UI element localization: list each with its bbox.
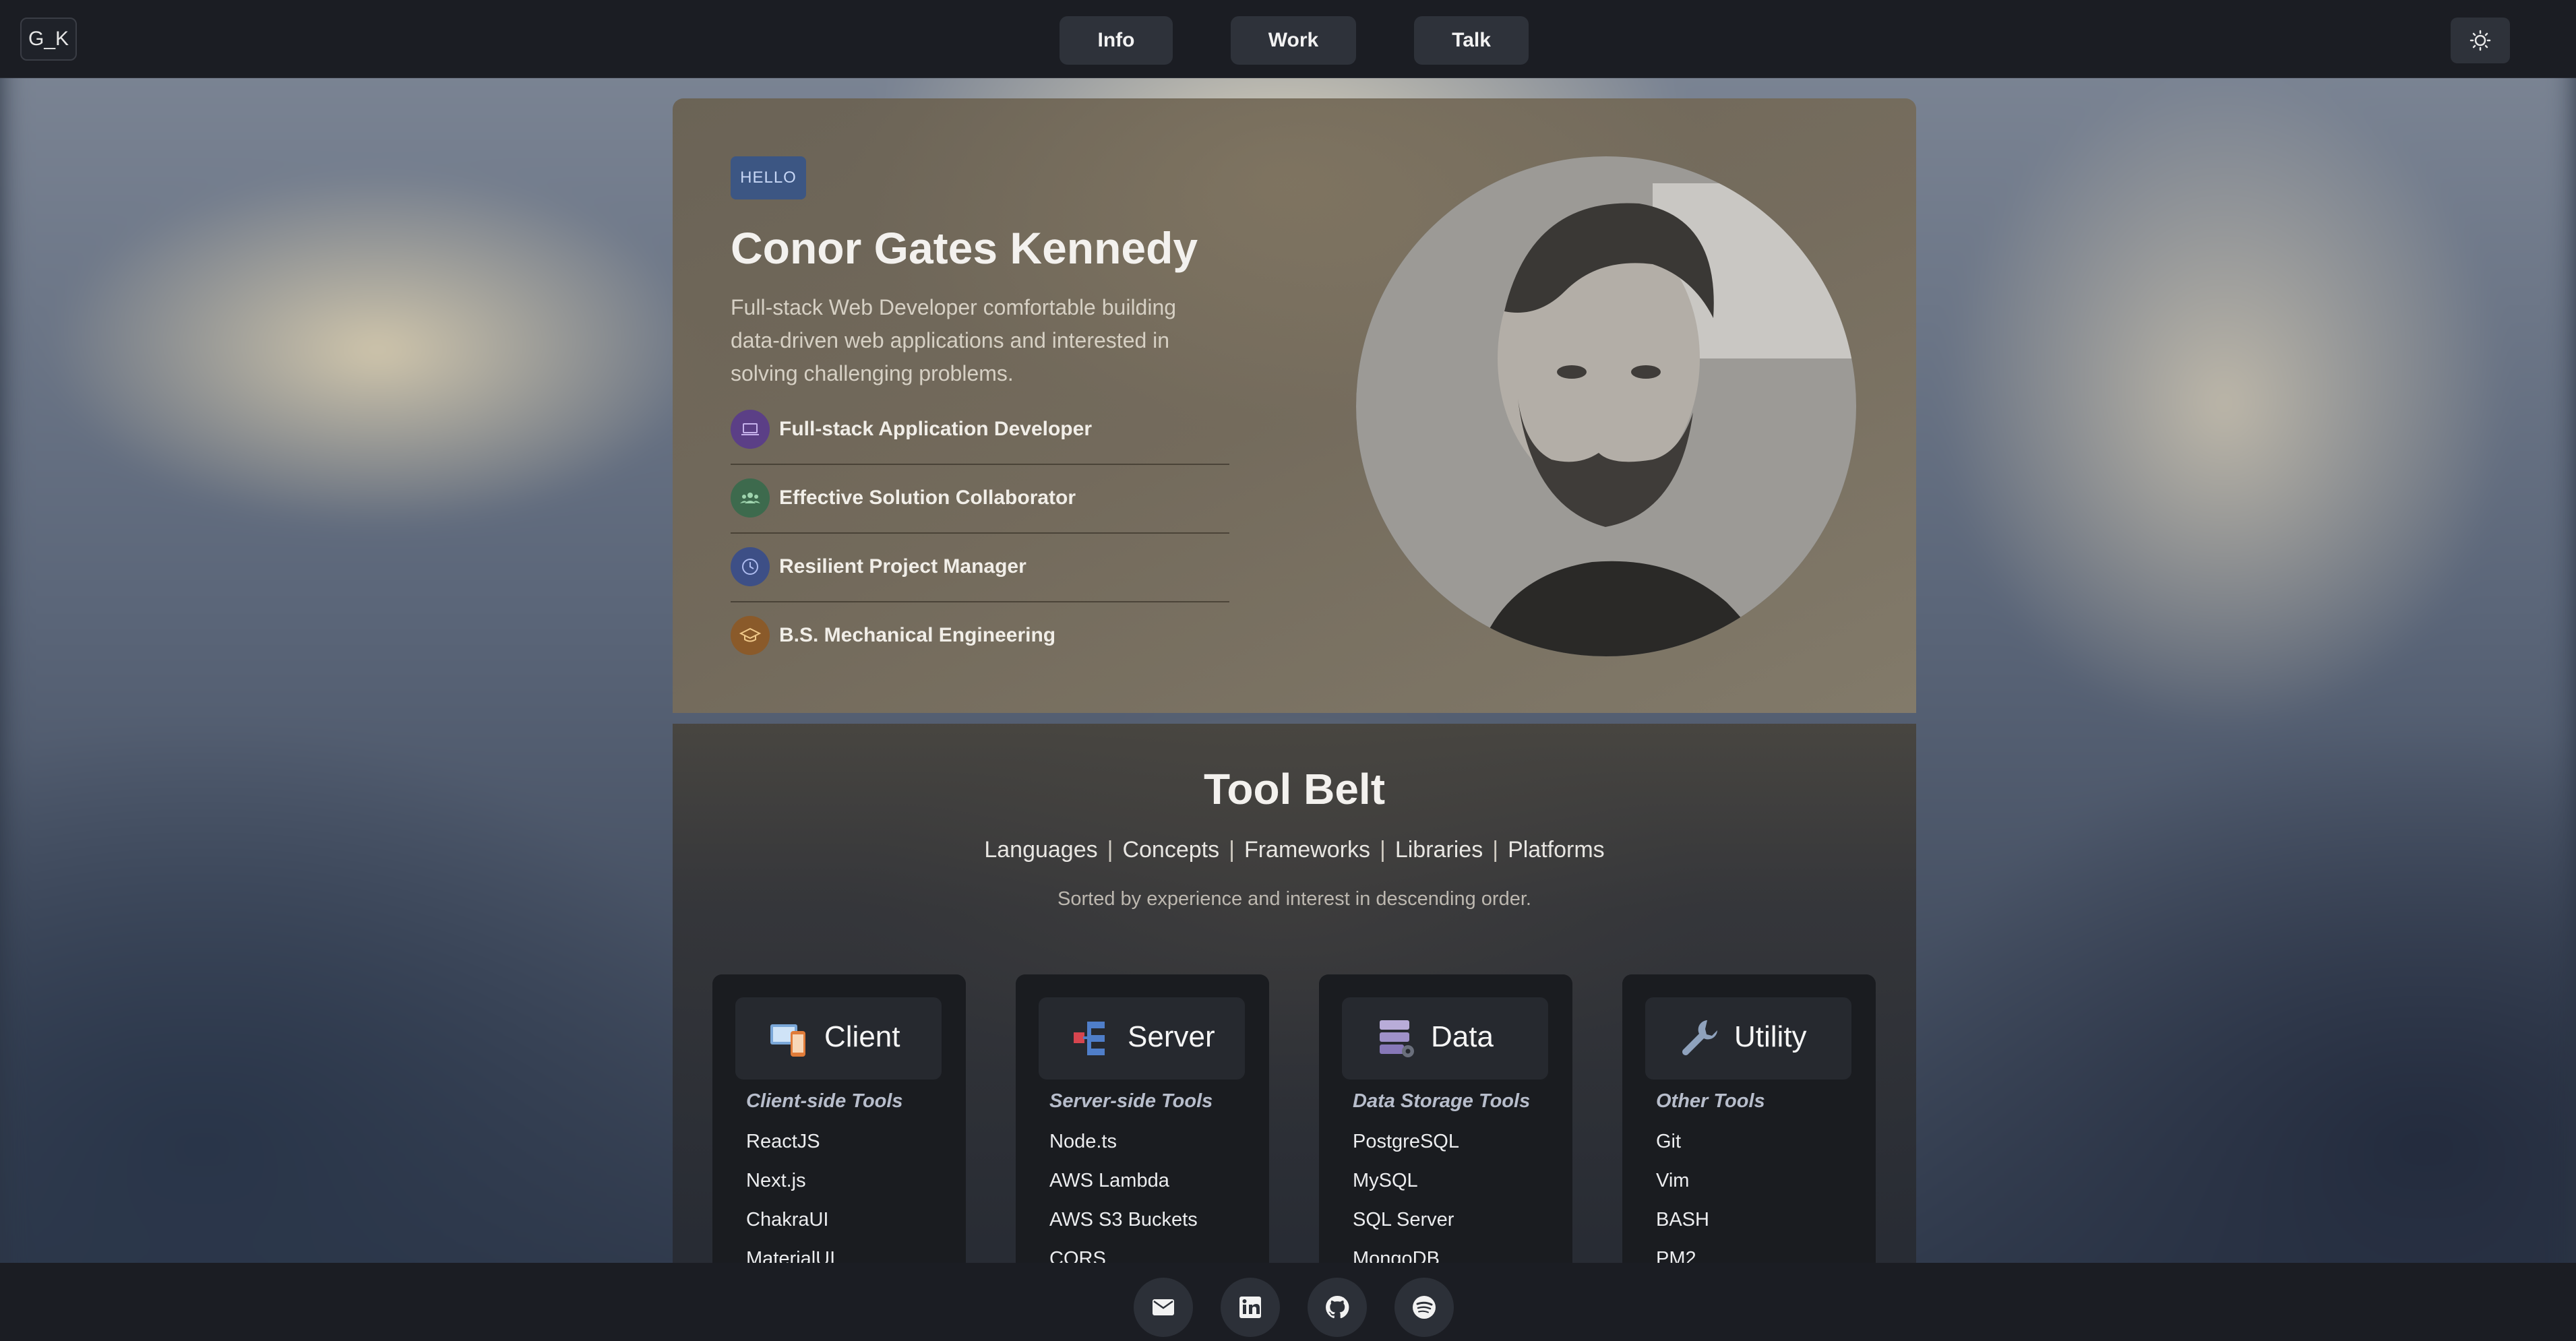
sun-icon [2470, 30, 2491, 51]
profile-photo [1356, 156, 1856, 656]
link-libraries[interactable]: Libraries [1395, 837, 1483, 863]
footer-bar [0, 1263, 2576, 1341]
role-label: Resilient Project Manager [779, 555, 1026, 578]
list-item: BASH [1656, 1209, 1709, 1230]
nav-info-button[interactable]: Info [1060, 16, 1173, 65]
card-subtitle: Other Tools [1656, 1090, 1765, 1112]
logo-button[interactable]: G_K [20, 18, 77, 61]
database-icon [1380, 1020, 1414, 1057]
graduation-cap-icon [731, 616, 770, 655]
role-item: Resilient Project Manager [731, 532, 1229, 601]
card-subtitle: Server-side Tools [1049, 1090, 1213, 1112]
list-item: AWS Lambda [1049, 1170, 1169, 1191]
server-tree-icon [1074, 1022, 1105, 1055]
list-item: AWS S3 Buckets [1049, 1209, 1198, 1230]
list-item: PostgreSQL [1353, 1131, 1459, 1152]
list-item: Next.js [746, 1170, 806, 1191]
link-platforms[interactable]: Platforms [1508, 837, 1605, 863]
role-item: Full-stack Application Developer [731, 395, 1229, 464]
github-icon [1326, 1296, 1349, 1319]
devices-icon [770, 1024, 805, 1057]
tool-belt-links: Languages | Concepts | Frameworks | Libraries |… [984, 837, 1605, 863]
hero-name: Conor Gates Kennedy [731, 223, 1198, 273]
spotify-icon [1413, 1296, 1436, 1319]
link-languages[interactable]: Languages [984, 837, 1097, 863]
card-title: Utility [1734, 1020, 1807, 1053]
card-title: Server [1128, 1020, 1215, 1053]
nav-talk-button[interactable]: Talk [1414, 16, 1529, 65]
role-item: Effective Solution Collaborator [731, 464, 1229, 532]
linkedin-button[interactable] [1221, 1278, 1280, 1337]
tool-belt-title: Tool Belt [1204, 765, 1385, 813]
top-navigation: G_K Info Work Talk [0, 0, 2576, 78]
list-item: ChakraUI [746, 1209, 829, 1230]
list-item: ReactJS [746, 1131, 820, 1152]
role-label: Full-stack Application Developer [779, 418, 1092, 440]
hero-section: HELLO Conor Gates Kennedy Full-stack Web… [673, 98, 1916, 713]
card-subtitle: Client-side Tools [746, 1090, 903, 1112]
list-item: SQL Server [1353, 1209, 1454, 1230]
role-label: Effective Solution Collaborator [779, 487, 1076, 509]
card-subtitle: Data Storage Tools [1353, 1090, 1531, 1112]
tool-belt-subtitle: Sorted by experience and interest in des… [1057, 888, 1531, 910]
email-button[interactable] [1134, 1278, 1193, 1337]
people-icon [731, 478, 770, 518]
card-header[interactable]: Server [1039, 997, 1245, 1080]
link-frameworks[interactable]: Frameworks [1244, 837, 1370, 863]
role-item: B.S. Mechanical Engineering [731, 601, 1229, 670]
card-header[interactable]: Data [1342, 997, 1548, 1080]
mail-icon [1153, 1299, 1174, 1315]
clock-icon [731, 547, 770, 586]
card-title: Client [824, 1020, 900, 1053]
card-header[interactable]: Utility [1645, 997, 1851, 1080]
hero-description: Full-stack Web Developer comfortable bui… [731, 295, 1177, 385]
spotify-button[interactable] [1394, 1278, 1454, 1337]
github-button[interactable] [1308, 1278, 1367, 1337]
nav-work-button[interactable]: Work [1231, 16, 1356, 65]
wrench-icon [1682, 1020, 1717, 1055]
list-item: Node.ts [1049, 1131, 1117, 1152]
card-title: Data [1431, 1020, 1494, 1053]
card-header[interactable]: Client [735, 997, 942, 1080]
link-concepts[interactable]: Concepts [1122, 837, 1219, 863]
tool-belt-section: Tool Belt Languages | Concepts | Frameworks |… [673, 724, 1916, 1341]
list-item: Vim [1656, 1170, 1690, 1191]
theme-toggle-button[interactable] [2451, 18, 2510, 63]
hello-badge: HELLO [731, 156, 806, 199]
laptop-icon [731, 410, 770, 449]
role-label: B.S. Mechanical Engineering [779, 624, 1056, 646]
list-item: Git [1656, 1131, 1682, 1152]
linkedin-icon [1239, 1297, 1261, 1318]
list-item: MySQL [1353, 1170, 1418, 1191]
